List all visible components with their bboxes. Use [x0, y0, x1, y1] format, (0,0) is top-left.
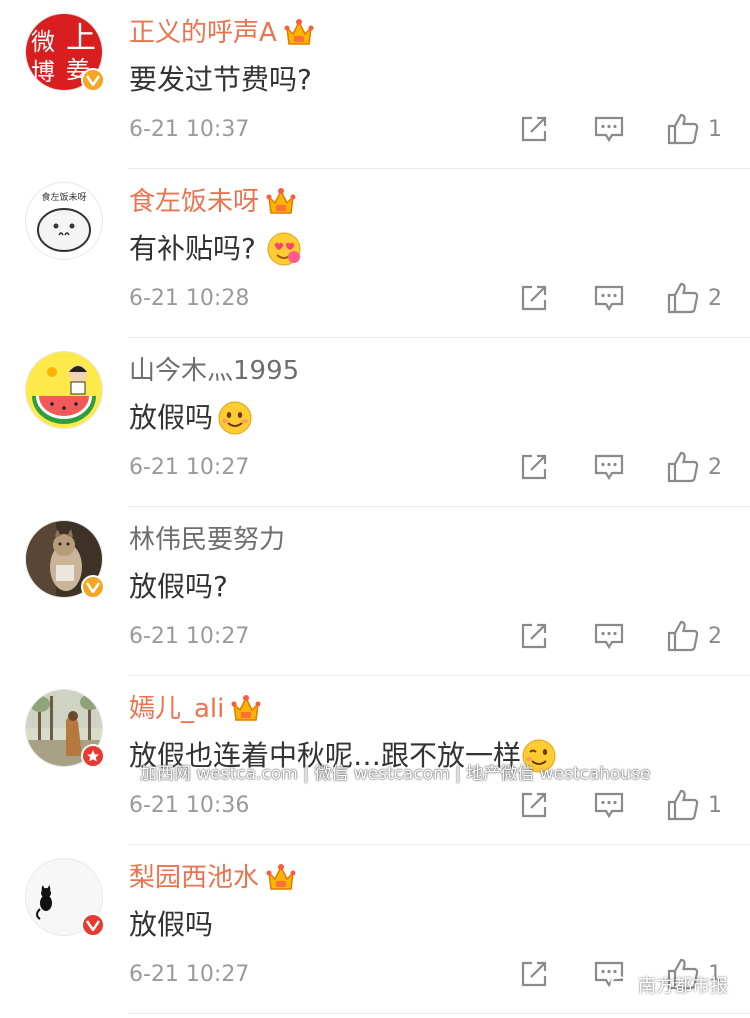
username-text: 梨园西池水 [129, 863, 260, 893]
verified-badge-icon [81, 913, 105, 937]
comment-timestamp: 6-21 10:27 [129, 962, 250, 987]
comment-text: 有补贴吗? [129, 232, 256, 265]
comment-timestamp: 6-21 10:27 [129, 624, 250, 649]
comment-item: 林伟民要努力 放假吗? 6-21 10:27 2 [0, 507, 750, 676]
share-icon[interactable] [519, 114, 549, 144]
share-icon[interactable] [519, 283, 549, 313]
like-count: 2 [708, 455, 722, 480]
smile-emoji-icon [217, 400, 253, 436]
reply-icon[interactable] [593, 114, 625, 144]
username[interactable]: 林伟民要努力 [129, 521, 285, 559]
divider [128, 1013, 750, 1014]
like-thumb-icon[interactable] [666, 788, 700, 822]
username[interactable]: 梨园西池水 [129, 859, 297, 897]
username[interactable]: 正义的呼声A [129, 14, 315, 52]
username-text: 林伟民要努力 [129, 525, 286, 555]
verified-badge-icon [81, 575, 105, 599]
like-thumb-icon[interactable] [666, 281, 700, 315]
avatar-cartoon-image: 食左饭未呀 [26, 183, 102, 259]
verified-star-badge-icon [81, 744, 105, 768]
username[interactable]: 食左饭未呀 [129, 183, 297, 221]
comment-timestamp: 6-21 10:36 [129, 793, 250, 818]
watermark-text: 加西网 westca.com | 微信 westcacom | 地产微信 wes… [140, 764, 651, 784]
like-count: 1 [708, 793, 722, 818]
like-count: 1 [708, 117, 722, 142]
comment-item: 山今木灬1995 放假吗 6-21 10:27 2 [0, 338, 750, 507]
vip-crown-icon [265, 863, 297, 893]
like-thumb-icon[interactable] [666, 112, 700, 146]
avatar[interactable] [26, 521, 105, 599]
comment-timestamp: 6-21 10:37 [129, 117, 250, 142]
avatar[interactable] [26, 690, 105, 768]
heart-eyes-emoji-icon [266, 231, 302, 267]
comment-content: 放假吗 [129, 903, 213, 947]
comment-content: 放假吗 [129, 396, 253, 440]
avatar[interactable]: 微 上 博 姜 [26, 14, 105, 92]
reply-icon[interactable] [593, 283, 625, 313]
comment-text: 要发过节费吗? [129, 63, 312, 96]
avatar[interactable]: 食左饭未呀 [26, 183, 102, 259]
avatar-seal-char: 博 [31, 58, 55, 86]
comment-content: 要发过节费吗? [129, 58, 312, 102]
like-thumb-icon[interactable] [666, 450, 700, 484]
comment-item: 微 上 博 姜 正义的呼声A 要发过节费吗? 6-21 10:37 1 [0, 0, 750, 169]
comment-content: 有补贴吗? [129, 227, 302, 271]
avatar-seal-char: 上 [66, 21, 96, 56]
username[interactable]: 山今木灬1995 [129, 352, 299, 390]
reply-icon[interactable] [593, 621, 625, 651]
comment-text: 放假吗 [129, 401, 214, 434]
wechat-logo-icon [610, 974, 632, 996]
vip-crown-icon [283, 18, 315, 48]
like-count: 2 [708, 624, 722, 649]
comment-timestamp: 6-21 10:27 [129, 455, 250, 480]
avatar-seal-char: 微 [31, 28, 55, 56]
share-icon[interactable] [519, 790, 549, 820]
like-count: 2 [708, 286, 722, 311]
username[interactable]: 嫣儿_ali [129, 690, 262, 728]
username-text: 山今木灬1995 [129, 356, 300, 386]
avatar[interactable] [26, 859, 105, 937]
comment-text: 放假吗 [129, 908, 214, 941]
comment-item: 食左饭未呀 食左饭未呀 有补贴吗? 6-21 10:28 2 [0, 169, 750, 338]
comment-timestamp: 6-21 10:28 [129, 286, 250, 311]
verified-badge-icon [81, 68, 105, 92]
username-text: 正义的呼声A [129, 18, 277, 48]
like-thumb-icon[interactable] [666, 619, 700, 653]
username-text: 食左饭未呀 [129, 187, 260, 217]
reply-icon[interactable] [593, 790, 625, 820]
comment-item: 嫣儿_ali 放假也连着中秋呢…跟不放一样 6-21 10:36 1 [0, 676, 750, 845]
reply-icon[interactable] [593, 452, 625, 482]
share-icon[interactable] [519, 959, 549, 989]
comment-content: 放假吗? [129, 565, 228, 609]
vip-crown-icon [265, 187, 297, 217]
avatar-caption: 食左饭未呀 [41, 191, 86, 203]
username-text: 嫣儿_ali [129, 694, 225, 724]
vip-crown-icon [230, 694, 262, 724]
avatar-watermelon-image [26, 352, 102, 428]
share-icon[interactable] [519, 452, 549, 482]
avatar[interactable] [26, 352, 102, 428]
brand-name: 南方都市报 [638, 976, 728, 997]
brand-watermark: 南方都市报 [610, 972, 728, 998]
comment-text: 放假吗? [129, 570, 228, 603]
share-icon[interactable] [519, 621, 549, 651]
